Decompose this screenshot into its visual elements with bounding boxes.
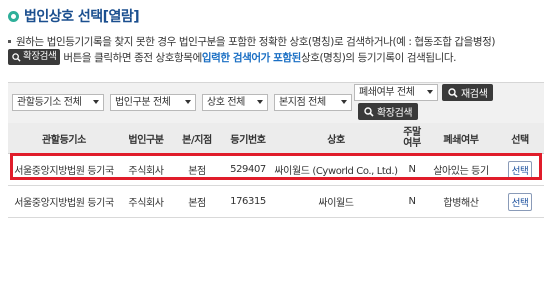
research-button[interactable]: 재검색 (442, 84, 494, 101)
cell-corp-type: 주식회사 (120, 153, 172, 186)
cell-sangho: 싸이월드 (Cyworld Co., Ltd.) (274, 153, 398, 186)
search-icon (448, 87, 458, 98)
header-reg-no: 등기번호 (222, 123, 274, 154)
filter-bar: 관할등기소 전체 법인구분 전체 상호 전체 본지점 전체 폐쇄여부 전체 재검… (8, 82, 544, 123)
table-header-row: 관할등기소 법인구분 본/지점 등기번호 상호 주말 여부 폐쇄여부 선택 (8, 123, 544, 154)
guide-line-1: 원하는 법인등기기록을 찾지 못한 경우 법인구분을 포함한 정확한 상호(명칭… (8, 33, 496, 49)
cell-branch: 본점 (172, 153, 222, 186)
expand-search-button-label: 확장검색 (377, 108, 413, 119)
closure-filter-select[interactable]: 폐쇄여부 전체 (354, 84, 438, 101)
corp-type-filter-select[interactable]: 법인구분 전체 (110, 94, 196, 111)
header-sangho: 상호 (274, 123, 398, 154)
registry-filter-select[interactable]: 관할등기소 전체 (12, 94, 104, 111)
cell-sangho: 싸이월드 (274, 185, 398, 218)
expand-search-button[interactable]: 확장검색 (358, 103, 419, 120)
sangho-filter-select[interactable]: 상호 전체 (202, 94, 268, 111)
cell-branch: 본점 (172, 185, 222, 218)
cell-registry: 서울중앙지방법원 등기국 (8, 153, 120, 186)
guide-line-2-pre: 버튼을 클릭하면 종전 상호항목에 (63, 51, 202, 64)
cell-registry: 서울중앙지방법원 등기국 (8, 185, 120, 218)
guide-line-2: 확장검색 버튼을 클릭하면 종전 상호항목에 입력한 검색어가 포함된 상호(명… (8, 49, 495, 65)
cell-corp-type: 주식회사 (120, 185, 172, 218)
select-button[interactable]: 선택 (507, 192, 533, 211)
select-button[interactable]: 선택 (507, 160, 533, 179)
header-registry: 관할등기소 (8, 123, 120, 154)
bullet-dot-icon (8, 39, 11, 43)
cell-weekend: N (398, 153, 426, 186)
search-icon (12, 52, 21, 62)
header-closure: 폐쇄여부 (426, 123, 496, 154)
guide-line-1-text: 원하는 법인등기기록을 찾지 못한 경우 법인구분을 포함한 정확한 상호(명칭… (16, 35, 496, 48)
page-title: 법인상호 선택[열람] (24, 9, 140, 25)
results-table: 관할등기소 법인구분 본/지점 등기번호 상호 주말 여부 폐쇄여부 선택 서울중… (8, 123, 544, 218)
research-button-label: 재검색 (461, 89, 488, 100)
search-icon (364, 106, 374, 117)
header-weekend-line1: 주말 (403, 127, 421, 138)
header-weekend: 주말 여부 (398, 123, 426, 154)
cell-select: 선택 (496, 185, 544, 218)
cell-closure: 합병해산 (426, 185, 496, 218)
header-branch: 본/지점 (172, 123, 222, 154)
cell-closure: 살아있는 등기 (426, 153, 496, 186)
header-select: 선택 (496, 123, 544, 154)
cell-reg-no: 176315 (222, 185, 274, 218)
expand-search-inline-button: 확장검색 (8, 49, 61, 65)
expand-search-inline-label: 확장검색 (23, 51, 57, 62)
header-corp-type: 법인구분 (120, 123, 172, 154)
table-row: 서울중앙지방법원 등기국 주식회사 본점 176315 싸이월드 N 합병해산 … (8, 185, 544, 218)
guide-line-2-highlight: 입력한 검색어가 포함된 (201, 51, 302, 64)
cell-reg-no: 529407 (222, 153, 274, 186)
page-title-area: 법인상호 선택[열람] (8, 6, 140, 26)
branch-filter-select[interactable]: 본지점 전체 (274, 94, 352, 111)
header-weekend-line2: 여부 (403, 138, 421, 149)
guide-line-2-post: 상호(명칭)의 등기기록이 검색됩니다. (300, 51, 457, 64)
cell-weekend: N (398, 185, 426, 218)
cell-select: 선택 (496, 153, 544, 186)
table-row: 서울중앙지방법원 등기국 주식회사 본점 529407 싸이월드 (Cyworl… (8, 153, 544, 186)
guide-text: 원하는 법인등기기록을 찾지 못한 경우 법인구분을 포함한 정확한 상호(명칭… (8, 33, 496, 65)
title-bullet-icon (8, 10, 19, 22)
